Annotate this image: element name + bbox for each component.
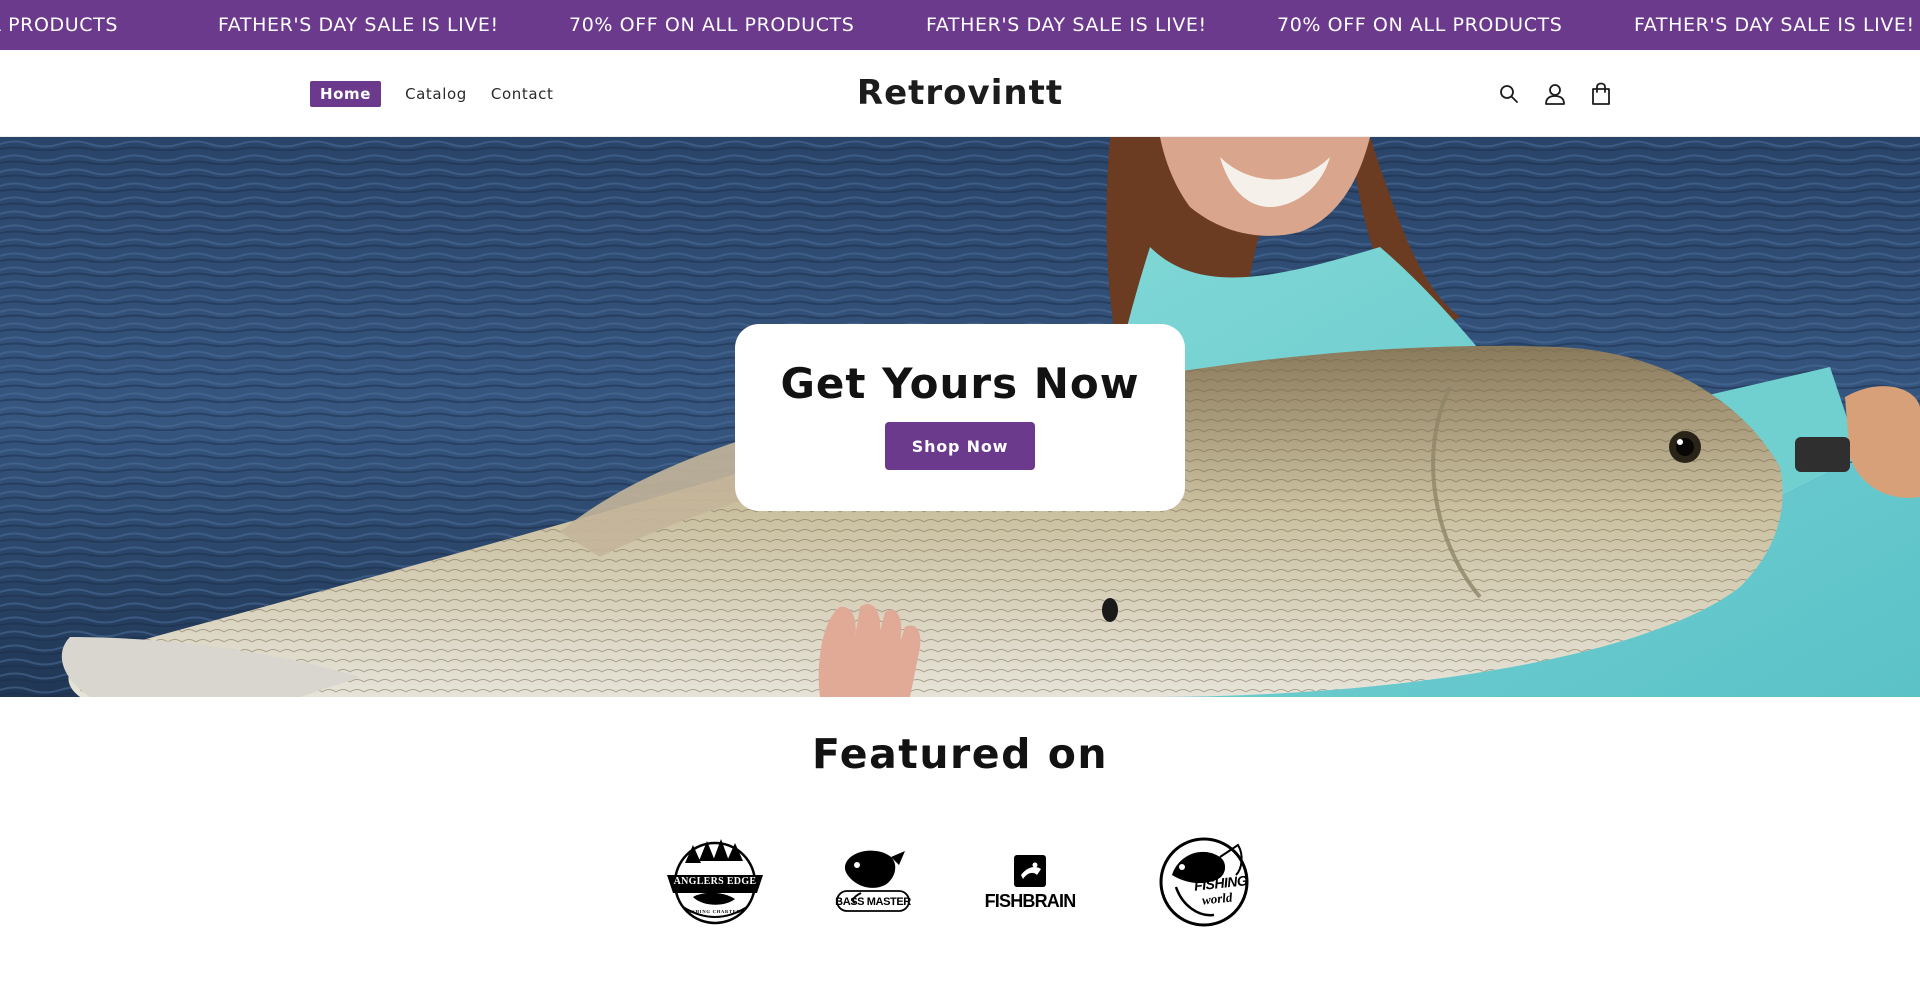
- brand-subtitle: world: [1201, 889, 1233, 908]
- announcement-message: FATHER'S DAY SALE IS LIVE!: [1634, 14, 1915, 36]
- brand-logo-fishbrain: FISHBRAIN: [983, 835, 1077, 930]
- nav-link-contact[interactable]: Contact: [491, 81, 554, 107]
- cart-icon[interactable]: [1589, 82, 1613, 106]
- nav-link-home[interactable]: Home: [310, 80, 382, 107]
- hero-banner: Get Yours Now Shop Now: [0, 137, 1920, 697]
- announcement-message: 70% OFF ON ALL PRODUCTS: [0, 14, 118, 36]
- announcement-message: 70% OFF ON ALL PRODUCTS: [569, 14, 855, 36]
- hero-card: Get Yours Now Shop Now: [735, 324, 1185, 511]
- announcement-bar: 70% OFF ON ALL PRODUCTS FATHER'S DAY SAL…: [0, 0, 1920, 50]
- announcement-message: FATHER'S DAY SALE IS LIVE!: [218, 14, 499, 36]
- shop-now-button[interactable]: Shop Now: [885, 422, 1035, 470]
- nav-link-catalog[interactable]: Catalog: [405, 81, 467, 107]
- site-logo-container: Retrovintt: [0, 50, 1920, 137]
- brand-name: BASS MASTER: [835, 896, 911, 908]
- brand-logo-anglers-edge: ANGLERS EDGE FISHING CHARTERS: [663, 835, 767, 930]
- brand-subtitle: FISHING CHARTERS: [686, 909, 744, 914]
- brand-logo-bass-master: BASS MASTER: [833, 835, 913, 930]
- brand-name: ANGLERS EDGE: [673, 876, 757, 887]
- site-logo[interactable]: Retrovintt: [857, 73, 1063, 113]
- brand-name: FISHBRAIN: [984, 891, 1077, 911]
- hero-title: Get Yours Now: [780, 359, 1140, 408]
- featured-logos: ANGLERS EDGE FISHING CHARTERS BASS MASTE…: [0, 835, 1920, 930]
- search-icon[interactable]: [1497, 82, 1521, 106]
- brand-logo-fishing-world: FISHING world: [1158, 835, 1250, 930]
- account-icon[interactable]: [1543, 82, 1567, 106]
- header-icons: [1497, 50, 1613, 137]
- featured-title: Featured on: [811, 730, 1109, 778]
- site-header: Home Catalog Contact Retrovintt: [0, 50, 1920, 137]
- main-nav: Home Catalog Contact: [310, 50, 577, 137]
- announcement-message: 70% OFF ON ALL PRODUCTS: [1277, 14, 1563, 36]
- announcement-message: FATHER'S DAY SALE IS LIVE!: [926, 14, 1207, 36]
